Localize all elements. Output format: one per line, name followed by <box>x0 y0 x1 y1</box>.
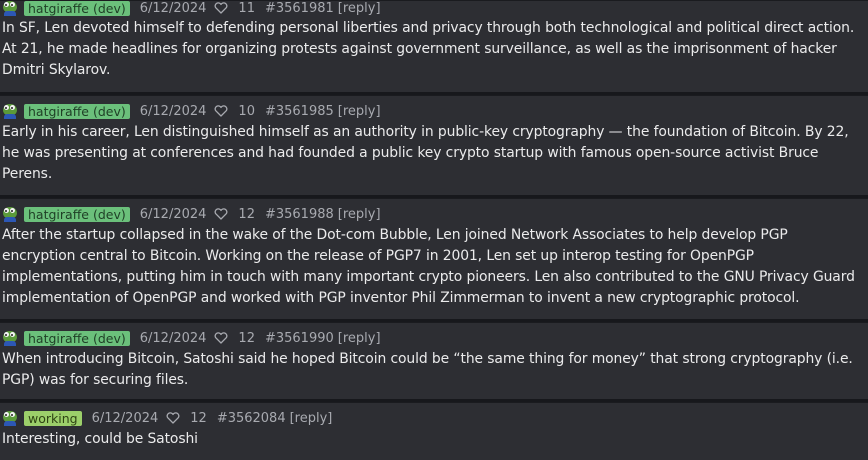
heart-outline-icon[interactable] <box>166 412 180 424</box>
heart-outline-icon[interactable] <box>214 2 228 14</box>
reply-link[interactable]: [reply] <box>290 411 333 426</box>
like-count: 10 <box>238 103 255 119</box>
post-date: 6/12/2024 <box>139 103 207 119</box>
post-meta: hatgiraffe (dev) 6/12/2024 12 #3561988 [… <box>0 204 868 224</box>
author-badge[interactable]: hatgiraffe (dev) <box>24 330 130 346</box>
heart-outline-icon[interactable] <box>214 105 228 117</box>
author-badge[interactable]: hatgiraffe (dev) <box>24 206 130 222</box>
post-meta: hatgiraffe (dev) 6/12/2024 12 #3561990 [… <box>0 328 868 348</box>
post-date: 6/12/2024 <box>139 0 207 16</box>
post-meta: hatgiraffe (dev) 6/12/2024 10 #3561985 [… <box>0 101 868 121</box>
pepe-avatar-icon[interactable] <box>2 410 18 426</box>
post-meta: working 6/12/2024 12 #3562084 [reply] <box>0 408 868 428</box>
post: hatgiraffe (dev) 6/12/2024 12 #3561988 [… <box>0 198 868 322</box>
post-text: Interesting, could be Satoshi <box>2 431 198 447</box>
heart-outline-icon[interactable] <box>214 208 228 220</box>
post-text: When introducing Bitcoin, Satoshi said h… <box>2 351 853 388</box>
pepe-avatar-icon[interactable] <box>2 206 18 222</box>
post-id-link[interactable]: #3561990 <box>265 331 334 346</box>
like-count: 12 <box>190 410 207 426</box>
like-count: 11 <box>238 0 255 16</box>
like-count: 12 <box>238 330 255 346</box>
author-badge[interactable]: working <box>24 410 82 426</box>
post-text: Early in his career, Len distinguished h… <box>2 124 849 182</box>
heart-outline-icon[interactable] <box>214 332 228 344</box>
post-date: 6/12/2024 <box>139 330 207 346</box>
post-date: 6/12/2024 <box>91 410 159 426</box>
reply-link[interactable]: [reply] <box>338 1 381 16</box>
post: hatgiraffe (dev) 6/12/2024 11 #3561981 [… <box>0 0 868 95</box>
like-count: 12 <box>238 206 255 222</box>
pepe-avatar-icon[interactable] <box>2 0 18 16</box>
post-id-link[interactable]: #3562084 <box>217 411 286 426</box>
author-badge[interactable]: hatgiraffe (dev) <box>24 103 130 119</box>
post: working 6/12/2024 12 #3562084 [reply] In… <box>0 402 868 460</box>
post-id-link[interactable]: #3561985 <box>265 104 334 119</box>
post-date: 6/12/2024 <box>139 206 207 222</box>
reply-link[interactable]: [reply] <box>338 104 381 119</box>
post-text: After the startup collapsed in the wake … <box>2 227 855 306</box>
post-text: In SF, Len devoted himself to defending … <box>2 20 855 78</box>
post-meta: hatgiraffe (dev) 6/12/2024 11 #3561981 [… <box>0 0 868 17</box>
post-id-link[interactable]: #3561988 <box>265 207 334 222</box>
pepe-avatar-icon[interactable] <box>2 330 18 346</box>
pepe-avatar-icon[interactable] <box>2 103 18 119</box>
reply-link[interactable]: [reply] <box>338 331 381 346</box>
post: hatgiraffe (dev) 6/12/2024 10 #3561985 [… <box>0 95 868 198</box>
post-id-link[interactable]: #3561981 <box>265 1 334 16</box>
post: hatgiraffe (dev) 6/12/2024 12 #3561990 [… <box>0 322 868 402</box>
author-badge[interactable]: hatgiraffe (dev) <box>24 0 130 16</box>
reply-link[interactable]: [reply] <box>338 207 381 222</box>
